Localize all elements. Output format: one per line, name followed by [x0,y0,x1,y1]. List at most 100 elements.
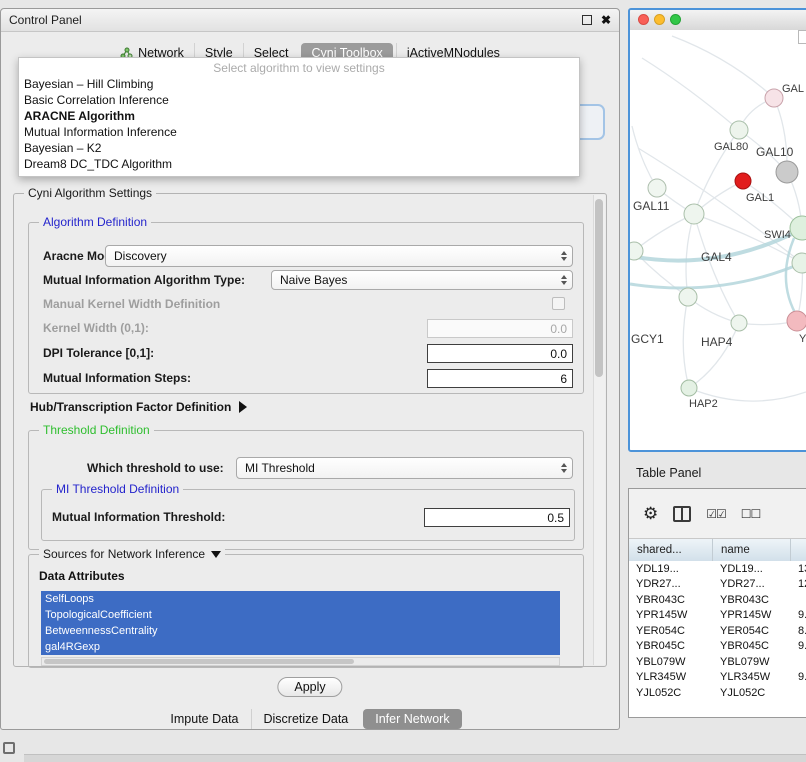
network-edge [634,214,694,251]
table-cell: YDR27... [713,578,791,590]
network-node[interactable] [681,380,697,396]
sources-title[interactable]: Sources for Network Inference [39,547,225,561]
close-icon[interactable]: ✖ [601,14,611,26]
tab-discretize-data[interactable]: Discretize Data [251,709,361,729]
algorithm-option-dream8-dc-tdc-algorithm[interactable]: Dream8 DC_TDC Algorithm [19,156,579,172]
network-scrollbar-box[interactable] [798,30,806,44]
table-row[interactable]: YJL052CYJL052C [629,685,806,701]
table-cell: YPR145W [713,609,791,621]
mi-threshold-field[interactable] [424,508,570,527]
network-node[interactable] [648,179,666,197]
table-row[interactable]: YBR043CYBR043C [629,592,806,608]
manual-kernel-width-checkbox[interactable] [552,297,565,310]
algorithm-option-bayesian-hill-climbing[interactable]: Bayesian – Hill Climbing [19,76,579,92]
hub-definition-toggle[interactable]: Hub/Transcription Factor Definition [30,400,247,414]
table-cell: YDL19... [713,563,791,575]
zoom-traffic-light-icon[interactable] [670,14,681,25]
network-node[interactable] [630,242,643,260]
data-attributes-label: Data Attributes [39,569,125,583]
data-attributes-list[interactable]: SelfLoopsTopologicalCoefficientBetweenne… [41,591,560,655]
table-toolbar: ⚙ ☑☑ ☐☐ [629,489,806,539]
window-title: Control Panel [9,13,82,27]
attribute-item-gal4rgexp[interactable]: gal4RGexp [41,639,560,655]
mi-steps-field[interactable] [427,369,573,388]
table-panel-title: Table Panel [636,466,701,480]
algorithm-option-mutual-information-inference[interactable]: Mutual Information Inference [19,124,579,140]
table-cell: YBR045C [629,640,713,652]
network-node[interactable] [735,173,751,189]
table-row[interactable]: YPR145WYPR145W9. [629,608,806,624]
scrollbar-thumb[interactable] [44,659,354,664]
attributes-horizontal-scrollbar [41,657,560,666]
table-header: shared...name [629,539,806,562]
table-cell: YPR145W [629,609,713,621]
algorithm-placeholder: Select algorithm to view settings [19,61,579,76]
expand-right-icon [239,401,247,413]
table-cell: 13 [791,563,806,575]
network-edge [642,58,739,130]
column-header-name[interactable]: name [713,539,791,561]
kernel-width-field[interactable] [427,319,573,338]
attribute-item-selfloops[interactable]: SelfLoops [41,591,560,607]
manual-kernel-width-label: Manual Kernel Width Definition [43,295,220,314]
algorithm-option-aracne-algorithm[interactable]: ARACNE Algorithm [19,108,579,124]
algorithm-definition-group: Algorithm Definition Aracne Mode: Discov… [28,222,584,394]
mi-algorithm-type-value: Naive Bayes [280,273,347,287]
select-all-icon[interactable]: ☑☑ [706,508,726,520]
table-row[interactable]: YBL079WYBL079W [629,654,806,670]
mi-algorithm-type-label: Mutual Information Algorithm Type: [43,271,245,290]
node-label: HAP2 [689,398,718,410]
aracne-mode-value: Discovery [114,249,167,263]
table-row[interactable]: YLR345WYLR345W9. [629,670,806,686]
node-label: GAL10 [756,145,794,159]
tab-infer-network[interactable]: Infer Network [363,709,461,729]
deselect-all-icon[interactable]: ☐☐ [741,508,761,520]
scrollbar-thumb[interactable] [595,199,603,377]
column-header-shared[interactable]: shared... [629,539,713,561]
algorithm-dropdown-popup: Select algorithm to view settingsBayesia… [18,57,580,177]
algorithm-option-bayesian-k2[interactable]: Bayesian – K2 [19,140,579,156]
network-node[interactable] [787,311,806,331]
mi-threshold-definition-group: MI Threshold Definition Mutual Informati… [41,489,575,541]
table-row[interactable]: YDR27...YDR27...12 [629,577,806,593]
network-node[interactable] [730,121,748,139]
stepper-arrows-icon [561,463,567,473]
table-row[interactable]: YER054CYER054C8. [629,623,806,639]
table-row[interactable]: YBR045CYBR045C9. [629,639,806,655]
column-header-2[interactable] [791,539,806,561]
network-node[interactable] [684,204,704,224]
close-traffic-light-icon[interactable] [638,14,649,25]
network-canvas[interactable]: GALGAL80GAL10GAL11GAL1SWI4GAL4GCY1HAP4YH… [630,30,806,450]
attribute-item-betweennesscentrality[interactable]: BetweennessCentrality [41,623,560,639]
bottom-window-edge [24,754,806,762]
float-window-icon[interactable] [582,15,592,25]
columns-icon[interactable] [673,506,691,522]
network-edge-highlighted [786,238,798,318]
dpi-tolerance-field[interactable] [427,344,573,363]
table-cell: YBL079W [629,656,713,668]
tab-impute-data[interactable]: Impute Data [158,709,250,729]
network-node[interactable] [776,161,798,183]
network-node[interactable] [731,315,747,331]
network-window-titlebar [630,10,806,31]
which-threshold-dropdown[interactable]: MI Threshold [236,457,573,479]
hub-definition-label: Hub/Transcription Factor Definition [30,400,231,414]
minimize-traffic-light-icon[interactable] [654,14,665,25]
which-threshold-value: MI Threshold [245,461,315,475]
network-node[interactable] [765,89,783,107]
network-edge [686,214,694,297]
mi-algorithm-type-dropdown[interactable]: Naive Bayes [271,270,573,290]
table-cell: YJL052C [713,687,791,699]
node-label: Y [799,333,806,345]
attribute-item-topologicalcoefficient[interactable]: TopologicalCoefficient [41,607,560,623]
aracne-mode-dropdown[interactable]: Discovery [105,245,573,267]
table-row[interactable]: YDL19...YDL19...13 [629,561,806,577]
desktop: Control Panel ✖ NetworkStyleSelectCyni T… [0,0,806,762]
collapse-down-icon [211,551,221,558]
algorithm-option-basic-correlation-inference[interactable]: Basic Correlation Inference [19,92,579,108]
network-node[interactable] [679,288,697,306]
gear-icon[interactable]: ⚙ [643,505,658,522]
apply-button[interactable]: Apply [277,677,342,697]
network-edge-highlighted [630,263,802,288]
restore-panel-icon[interactable] [3,742,15,754]
